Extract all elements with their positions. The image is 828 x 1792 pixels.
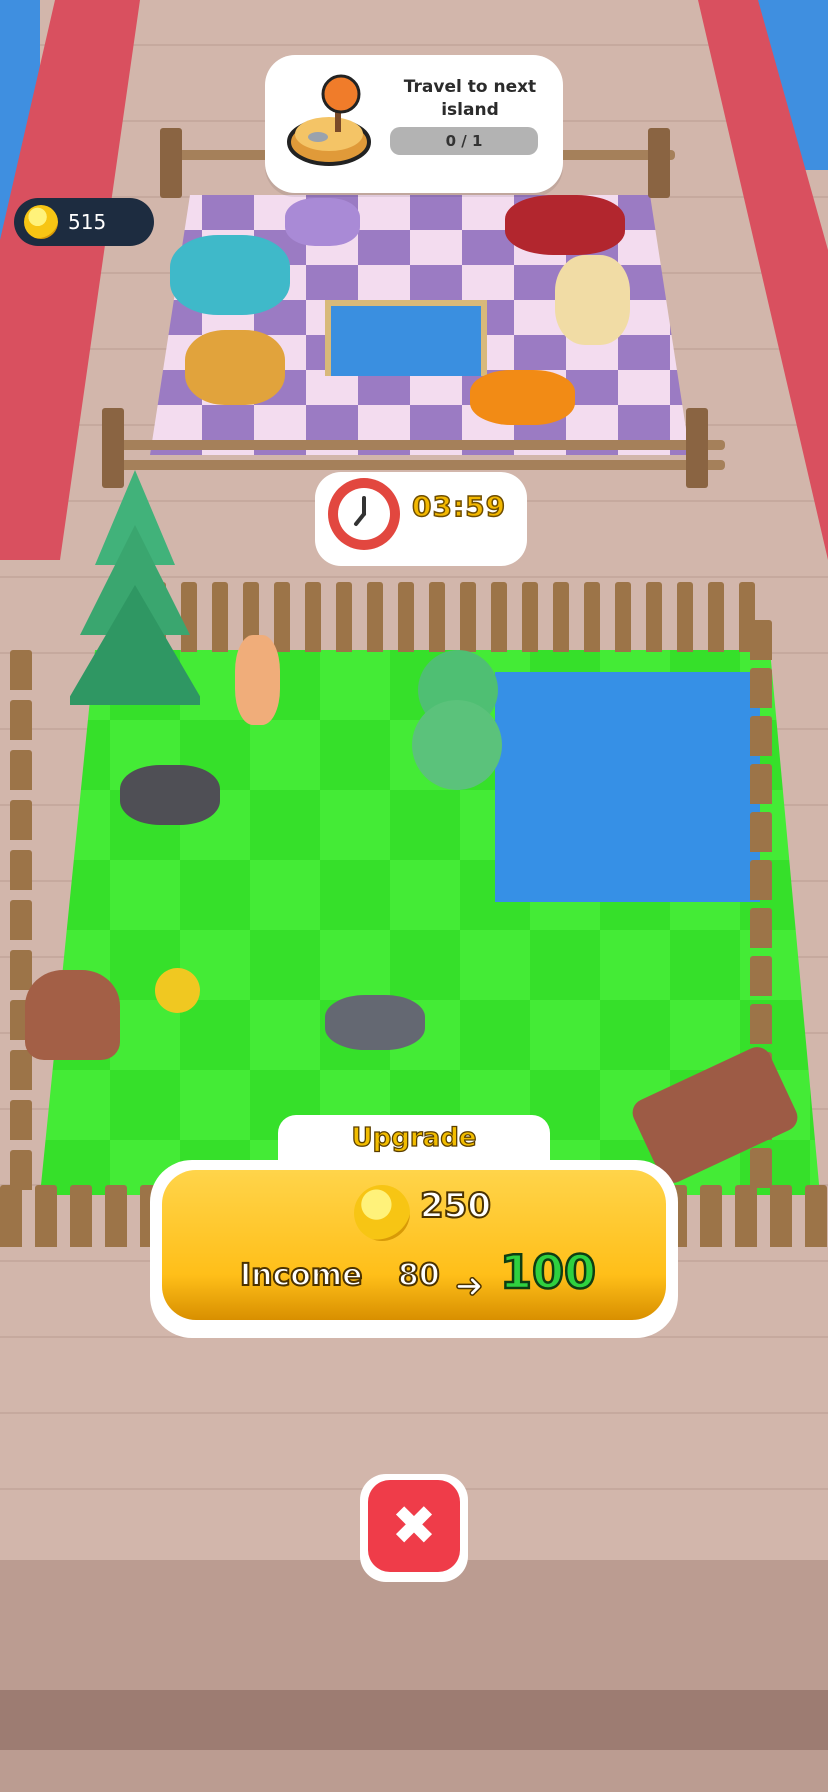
fence-picket [750,860,772,900]
island-tree-icon [287,74,371,166]
fence-picket [10,650,32,690]
upgrade-title: Upgrade [351,1122,477,1153]
fence-picket [615,582,631,652]
top-pen-fence-front [110,440,725,450]
fence-picket [10,800,32,840]
fence-picket [522,582,538,652]
close-x-icon[interactable]: ✖ [368,1480,460,1572]
fence-post [648,128,670,198]
fence-post [160,128,182,198]
golden-salamander[interactable] [185,330,285,405]
timer-value: 03:59 [411,489,507,524]
fence-picket [677,582,693,652]
close-glyph: ✖ [391,1494,437,1557]
upgrade-cost: 250 [419,1185,492,1227]
fence-picket [553,582,569,652]
income-next: 100 [499,1244,598,1301]
fence-picket [805,1185,827,1247]
goal-title: Travel to next island [403,77,537,120]
fence-picket [735,1185,757,1247]
fence-picket [105,1185,127,1247]
income-label: Income [239,1257,364,1294]
fence-picket [584,582,600,652]
fence-picket [770,1185,792,1247]
red-dragon[interactable] [505,195,625,255]
fence-picket [750,908,772,948]
fence-picket [398,582,414,652]
deck-edge [0,1690,828,1750]
tree-stump [25,970,120,1060]
fence-picket [750,668,772,708]
deck-shadow [0,1560,828,1792]
purple-creature[interactable] [285,198,360,246]
fox[interactable] [235,635,280,725]
raccoon[interactable] [325,995,425,1050]
coin-icon [354,1185,410,1241]
fence-picket [10,700,32,740]
fence-picket [750,1004,772,1044]
golden-unicorn[interactable] [555,255,630,345]
fence-picket [10,900,32,940]
fence-picket [10,1100,32,1140]
fence-picket [212,582,228,652]
fence-picket [700,1185,722,1247]
enclosure-pond [495,672,760,902]
fence-picket [274,582,290,652]
fence-picket [70,1185,92,1247]
fence-picket [10,850,32,890]
fence-picket [429,582,445,652]
fence-picket [750,956,772,996]
bush [412,700,502,790]
fence-picket [10,1150,32,1190]
coin-icon [24,205,58,239]
fence-picket [750,812,772,852]
fence-picket [491,582,507,652]
fence-picket [0,1185,22,1247]
top-pen-fence-front-2 [110,460,725,470]
fence-picket [460,582,476,652]
wolf-pup[interactable] [120,765,220,825]
coin-count: 515 [68,210,107,234]
goal-progress: 0 / 1 [390,127,538,155]
fence-left [0,650,80,1210]
fence-picket [708,582,724,652]
arrow-right-icon: ➜ [454,1265,484,1307]
yellow-chick[interactable] [155,968,200,1013]
fence-picket [336,582,352,652]
clock-hands [354,496,366,526]
fence-picket [750,716,772,756]
fence-picket [367,582,383,652]
fence-picket [750,764,772,804]
fence-picket [750,1148,772,1188]
fence-picket [35,1185,57,1247]
fire-phoenix[interactable] [470,370,575,425]
fence-picket [10,950,32,990]
blue-sea-serpent[interactable] [170,235,290,315]
mythical-pen-pool [325,300,487,376]
fence-post [686,408,708,488]
pine-tree [70,470,200,705]
fence-picket [10,1050,32,1090]
fence-picket [646,582,662,652]
fence-picket [305,582,321,652]
fence-picket [750,620,772,660]
income-current: 80 [397,1257,441,1294]
fence-picket [10,750,32,790]
